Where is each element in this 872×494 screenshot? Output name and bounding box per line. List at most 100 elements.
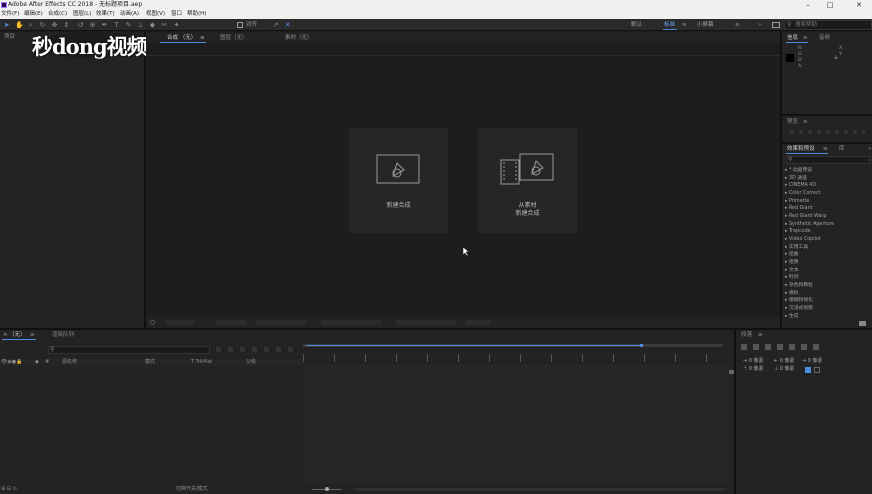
dolly-tool-icon[interactable]: ⇕ [63,21,70,29]
snap-grid-icon[interactable]: ✕ [284,21,291,29]
timeline-track-area[interactable] [305,364,727,484]
workspace-default[interactable]: 默认 [631,20,642,30]
new-composition-card[interactable]: 新建合成 [349,128,448,233]
horizontal-scrollbar[interactable] [355,488,725,491]
effects-item[interactable]: ▸ 模糊和锐化 [785,298,813,304]
space-after-value[interactable]: ⇣ 0 像素 [774,365,795,372]
close-button[interactable]: ✕ [850,0,868,10]
work-area-range[interactable] [306,345,642,346]
timeline-menu-icon[interactable]: ≡ [30,331,35,339]
menu-composition[interactable]: 合成(C) [48,10,67,19]
tab-paragraph[interactable]: 段落 [741,331,752,339]
mode-column[interactable]: 模式 [145,358,155,366]
menu-file[interactable]: 文件(F) [1,10,19,19]
puppet-tool-icon[interactable]: ✦ [173,21,180,29]
effects-item[interactable]: ▸ 时间 [785,275,799,281]
close-tab-icon[interactable]: × [3,331,8,339]
menu-help[interactable]: 帮助(H) [187,10,206,19]
menu-view[interactable]: 视图(V) [146,10,165,19]
pen-tool-icon[interactable]: ✒ [101,21,108,29]
hand-tool-icon[interactable]: ✋ [15,21,24,29]
minimize-button[interactable]: – [799,0,817,10]
effects-menu-icon[interactable]: ≡ [823,145,828,153]
timeline-switches[interactable] [216,347,296,352]
menu-effect[interactable]: 效果(T) [96,10,115,19]
effects-item[interactable]: ▸ 沉浸式视频 [785,306,813,312]
playback-controls[interactable] [790,130,865,134]
view-options[interactable] [256,320,306,325]
workspace-menu-icon-2[interactable]: ≡ [735,20,740,30]
snap-option-icon[interactable]: ↗ [272,21,279,29]
toggle-switches-modes[interactable]: 切换开关/模式 [176,485,208,493]
zoom-icon[interactable] [150,320,155,325]
selection-tool-icon[interactable]: ➤ [3,21,10,29]
effects-item[interactable]: ▸ Red Giant Warp [785,214,826,220]
preview-menu-icon[interactable]: ≡ [803,118,808,126]
effects-item[interactable]: ▸ 扭曲 [785,252,799,258]
text-tool-icon[interactable]: T [113,21,120,29]
tab-composition-menu-icon[interactable]: ≡ [200,34,205,42]
snap-checkbox[interactable] [237,22,243,28]
help-search-box[interactable]: ⚲ 搜索帮助 [784,20,872,30]
layer-search-input[interactable]: ⚲ [48,346,210,354]
tab-timeline-none[interactable]: （无） [9,331,26,339]
indent-first-value[interactable]: ⇤ 0 像素 [774,357,795,364]
space-before-value[interactable]: ⇡ 0 像素 [743,365,764,372]
pan-tool-icon[interactable]: ✥ [51,21,58,29]
new-folder-icon[interactable] [859,321,866,326]
effects-item[interactable]: ▸ 实用工具 [785,245,808,251]
effects-item[interactable]: ▸ Video Copilot [785,237,821,243]
work-area-end-handle[interactable] [640,344,643,347]
indent-left-value[interactable]: ⇥ 0 像素 [743,357,764,364]
tab-layer[interactable]: 图层（无） [220,34,248,42]
zoom-tool-icon[interactable]: ⌕ [27,21,34,29]
more-icon[interactable]: » [868,145,871,153]
rotate-tool-icon[interactable]: ↺ [77,21,84,29]
time-ruler[interactable] [303,354,723,362]
effects-item[interactable]: ▸ 杂色和颗粒 [785,283,813,289]
tab-effects-presets[interactable]: 效果和预设 [787,145,815,153]
tab-preview[interactable]: 预览 [787,118,798,126]
effects-item[interactable]: ▸ * 动画预设 [785,168,812,174]
tab-info[interactable]: 信息 [787,34,798,42]
roto-tool-icon[interactable]: ✂ [161,21,168,29]
maximize-button[interactable]: □ [821,0,839,10]
effects-item[interactable]: ▸ CINEMA 4D [785,183,816,189]
paragraph-menu-icon[interactable]: ≡ [758,331,763,339]
footer-icons[interactable]: ⊞ ⊟ ⊙ [1,485,17,493]
effects-item[interactable]: ▸ Trapcode [785,229,811,235]
timecode-controls[interactable] [321,320,381,325]
project-tab[interactable]: 项目 [4,33,15,41]
effects-item[interactable]: ▸ Red Giant [785,206,813,212]
zoom-dropdown[interactable] [166,320,194,325]
menu-edit[interactable]: 编辑(E) [24,10,43,19]
workspace-small-screen[interactable]: 小屏幕 [697,20,714,30]
workspace-menu-icon[interactable]: ≡ [682,20,687,30]
source-name-column[interactable]: 源名称 [62,358,77,366]
tab-render-queue[interactable]: 渲染队列 [52,331,74,339]
effects-item[interactable]: ▸ 文本 [785,268,799,274]
effects-item[interactable]: ▸ 3D 通道 [785,176,807,182]
resolution-dropdown[interactable] [216,320,246,325]
panel-layout-icon[interactable] [772,22,780,28]
effects-item[interactable]: ▸ 生成 [785,314,799,320]
tab-composition[interactable]: 合成 （无） [167,34,196,42]
menu-layer[interactable]: 图层(L) [73,10,91,19]
menu-window[interactable]: 窗口 [171,10,182,19]
tab-audio[interactable]: 音频 [819,34,830,42]
eraser-tool-icon[interactable]: ◆ [149,21,156,29]
effects-item[interactable]: ▸ 抠像 [785,260,799,266]
effects-item[interactable]: ▸ Primatte [785,199,809,205]
anchor-tool-icon[interactable]: ⊕ [89,21,96,29]
alignment-buttons[interactable] [741,344,825,350]
zoom-slider-handle[interactable] [325,487,329,491]
new-comp-from-footage-card[interactable]: 从素材 新建合成 [478,128,577,233]
direction-rtl-icon[interactable] [814,367,820,373]
effects-search-input[interactable]: ⚲ [786,156,870,164]
orbit-tool-icon[interactable]: ↻ [39,21,46,29]
tab-info-menu-icon[interactable]: ≡ [803,34,808,42]
effects-item[interactable]: ▸ Color Correct [785,191,821,197]
indent-right-value[interactable]: ⇥ 0 像素 [802,357,823,364]
parent-column[interactable]: 父级 [246,358,256,366]
menu-animation[interactable]: 动画(A) [120,10,139,19]
